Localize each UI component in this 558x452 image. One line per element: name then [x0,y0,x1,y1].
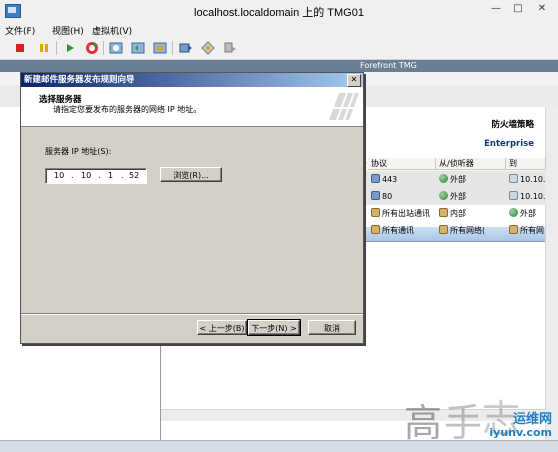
ip-dot: . [71,171,74,180]
menu-vm[interactable]: 虚拟机(V) [92,24,132,37]
menu-file[interactable]: 文件(F) [5,24,35,37]
net-icon [439,225,448,234]
server-icon [509,174,518,183]
cell-to: 外部 [506,205,546,222]
vm-console-title: Forefront TMG [360,61,417,70]
install-tools-icon[interactable] [200,40,216,56]
server-ip-label: 服务器 IP 地址(S): [45,147,112,156]
watermark-url: iyunv.com [489,426,552,439]
play-icon[interactable] [62,40,78,56]
cell-text: 所有网络( [450,226,486,235]
cell-text: 外部 [450,192,466,201]
cell-protocol: 所有出站通讯 [368,205,436,222]
cell-to: 所有网 [506,222,546,239]
dialog-footer-divider [21,313,363,315]
window-title: localhost.localdomain 上的 TMG01 [194,7,364,19]
cell-to: 10.10. [506,171,546,188]
cell-text: 外部 [520,209,536,218]
watermark-site: 运维网 [512,412,552,427]
cell-text: 所有出站通讯 [382,209,430,218]
reset-icon[interactable] [84,40,100,56]
ip-octet-2: 10 [81,171,92,180]
cell-text: 内部 [450,209,466,218]
revert-icon[interactable] [130,40,146,56]
column-header-from[interactable]: 从/侦听器 [436,158,506,170]
stop-icon[interactable] [12,40,28,56]
net-icon [371,225,380,234]
net-icon [439,208,448,217]
server-icon [509,191,518,200]
maximize-button[interactable]: □ [510,2,526,16]
watermark-char-1: 高 [404,401,443,445]
cell-text: 80 [382,192,393,201]
globe-icon [509,208,518,217]
vm-console-titlebar: Forefront TMG [0,60,558,72]
cell-protocol: 80 [368,188,436,205]
net-icon [509,225,518,234]
globe-icon [439,174,448,183]
cell-from: 外部 [436,171,506,188]
proto-icon [371,191,380,200]
dialog-header: 选择服务器 请指定您要发布的服务器的网络 IP 地址。 [21,87,363,127]
dialog-close-button[interactable]: ✕ [347,74,361,87]
vertical-scrollbar[interactable] [545,107,558,451]
ip-dot: . [98,171,101,180]
send-keys-icon[interactable] [178,40,194,56]
toolbar [0,37,558,60]
globe-icon [439,191,448,200]
cell-text: 所有网 [520,226,544,235]
cell-text: 443 [382,175,398,184]
menu-view[interactable]: 视图(H) [52,24,84,37]
cell-text: 10.10. [520,175,546,184]
cancel-button[interactable]: 取消 [308,320,356,335]
cell-from: 所有网络( [436,222,506,239]
toolbar-separator [56,41,57,55]
ip-dot: . [121,171,124,180]
ip-octet-1: 10 [54,171,65,180]
cell-text: 外部 [450,175,466,184]
ip-octet-4: 52 [129,171,140,180]
back-button[interactable]: < 上一步(B) [197,320,247,335]
server-ip-input[interactable]: 10 . 10 . 1 . 52 [45,168,147,184]
manage-snapshots-icon[interactable] [152,40,168,56]
menu-bar: 文件(F) 视图(H) 虚拟机(V) [0,22,558,37]
proto-icon [371,174,380,183]
column-header-to[interactable]: 到 [506,158,546,170]
toolbar-separator [103,41,104,55]
ip-octet-3: 1 [108,171,114,180]
cell-protocol: 443 [368,171,436,188]
browse-button[interactable]: 浏览(R)... [160,167,222,182]
column-header-protocol[interactable]: 协议 [368,158,436,170]
dialog-subheading: 请指定您要发布的服务器的网络 IP 地址。 [53,105,202,114]
wizard-banner-icon [325,90,361,123]
migrate-icon[interactable] [222,40,238,56]
cell-from: 外部 [436,188,506,205]
window-titlebar: localhost.localdomain 上的 TMG01 — □ ✕ [0,0,558,23]
cell-from: 内部 [436,205,506,222]
snapshot-icon[interactable] [108,40,124,56]
close-button[interactable]: ✕ [534,2,550,16]
cell-to: 10.10. [506,188,546,205]
header-edition: Enterprise [484,139,534,149]
next-button[interactable]: 下一步(N) > [247,319,301,336]
watermark-char-2: 手 [444,401,483,445]
cell-text: 10.10. [520,192,546,201]
toolbar-separator [172,41,173,55]
cell-text: 所有通讯 [382,226,414,235]
pause-icon[interactable] [36,40,52,56]
net-icon [371,208,380,217]
dialog-title: 新建邮件服务器发布规则向导 [21,73,363,87]
publishing-wizard-dialog: 新建邮件服务器发布规则向导 ✕ 选择服务器 请指定您要发布的服务器的网络 IP … [20,72,364,344]
cell-protocol: 所有通讯 [368,222,436,239]
minimize-button[interactable]: — [488,2,504,16]
header-policy-title: 防火墙策略 [491,120,534,130]
